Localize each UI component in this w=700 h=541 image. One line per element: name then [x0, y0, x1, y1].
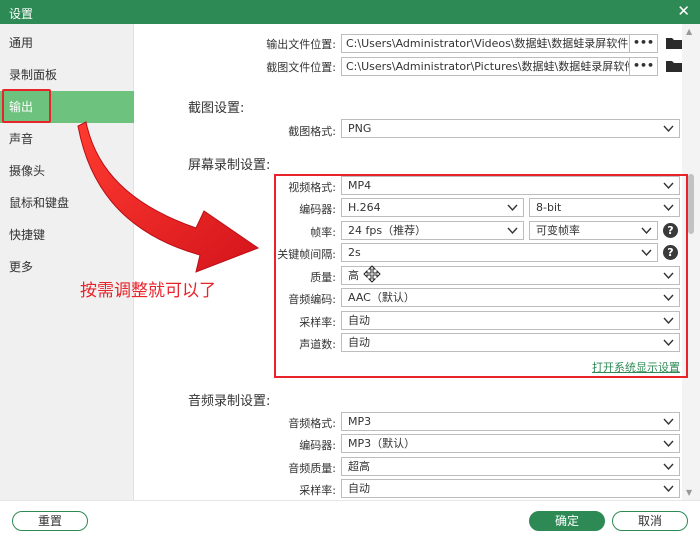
window-title: 设置	[9, 7, 34, 21]
chevron-down-icon	[663, 440, 674, 448]
sidebar-item-camera[interactable]: 摄像头	[0, 155, 134, 187]
select-value: PNG	[348, 122, 372, 135]
video-settings-title: 屏幕录制设置:	[188, 158, 271, 173]
folder-icon[interactable]	[665, 36, 682, 50]
screenshot-location-field[interactable]: C:\Users\Administrator\Pictures\数据蛙\数据蛙录…	[341, 57, 630, 76]
close-icon[interactable]: ✕	[677, 3, 690, 19]
dialog-footer: 重置 确定 取消	[0, 500, 700, 541]
audio-encoder-label: 编码器:	[299, 439, 336, 452]
output-browse-button[interactable]: •••	[630, 34, 658, 53]
select-value: MP3	[348, 415, 372, 428]
audio-format-select[interactable]: MP3	[341, 412, 680, 431]
annotation-box-video-settings	[274, 174, 688, 378]
screenshot-browse-button[interactable]: •••	[630, 57, 658, 76]
scroll-down-icon[interactable]: ▼	[686, 488, 692, 497]
audio-encoder-select[interactable]: MP3（默认）	[341, 434, 680, 453]
audio-format-label: 音频格式:	[288, 417, 336, 430]
annotation-text: 按需调整就可以了	[80, 281, 216, 301]
audio-settings-title: 音频录制设置:	[188, 394, 271, 409]
output-location-field[interactable]: C:\Users\Administrator\Videos\数据蛙\数据蛙录屏软…	[341, 34, 630, 53]
screenshot-settings-title: 截图设置:	[188, 101, 245, 116]
scroll-thumb[interactable]	[688, 174, 694, 234]
select-value: 超高	[348, 460, 370, 473]
chevron-down-icon	[663, 125, 674, 133]
move-cursor-icon	[363, 265, 381, 283]
folder-icon[interactable]	[665, 59, 682, 73]
chevron-down-icon	[663, 485, 674, 493]
chevron-down-icon	[663, 418, 674, 426]
cancel-button[interactable]: 取消	[612, 511, 688, 531]
sidebar-item-mouse-keyboard[interactable]: 鼠标和键盘	[0, 187, 134, 219]
audio-sample-rate-label: 采样率:	[299, 484, 336, 497]
chevron-down-icon	[663, 463, 674, 471]
select-value: MP3（默认）	[348, 437, 416, 450]
output-location-label: 输出文件位置:	[266, 38, 336, 51]
annotation-box-output	[2, 89, 51, 123]
reset-button[interactable]: 重置	[12, 511, 88, 531]
screenshot-format-label: 截图格式:	[288, 125, 336, 138]
title-bar: 设置 ✕	[0, 0, 700, 24]
select-value: 自动	[348, 482, 370, 495]
scroll-up-icon[interactable]: ▲	[686, 27, 692, 36]
audio-sample-rate-select[interactable]: 自动	[341, 479, 680, 498]
sidebar-item-general[interactable]: 通用	[0, 27, 134, 59]
sidebar-item-sound[interactable]: 声音	[0, 123, 134, 155]
screenshot-location-label: 截图文件位置:	[266, 61, 336, 74]
sidebar-item-hotkeys[interactable]: 快捷键	[0, 219, 134, 251]
audio-quality-label: 音频质量:	[288, 462, 336, 475]
ok-button[interactable]: 确定	[529, 511, 605, 531]
sidebar-item-record-panel[interactable]: 录制面板	[0, 59, 134, 91]
audio-quality-select[interactable]: 超高	[341, 457, 680, 476]
screenshot-format-select[interactable]: PNG	[341, 119, 680, 138]
